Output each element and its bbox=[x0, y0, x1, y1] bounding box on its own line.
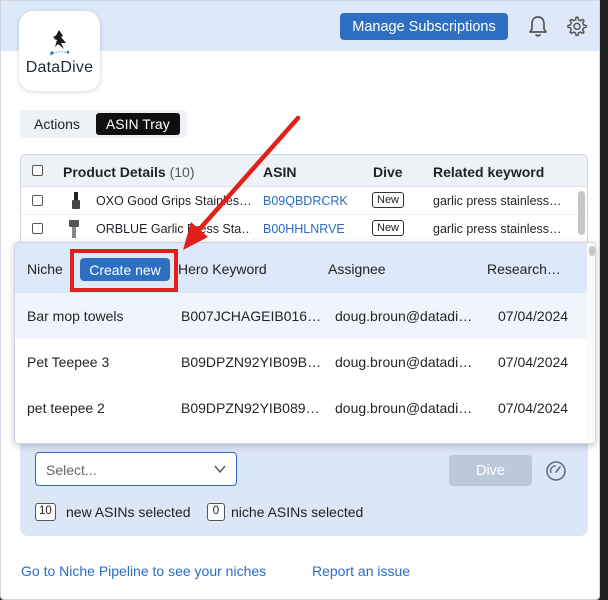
row-checkbox[interactable] bbox=[32, 195, 43, 206]
product-thumbnail bbox=[72, 192, 80, 209]
dive-new-badge[interactable]: New bbox=[372, 220, 405, 236]
product-thumbnail bbox=[69, 220, 79, 238]
dive-new-badge[interactable]: New bbox=[372, 192, 405, 208]
col-niche: Niche bbox=[27, 261, 63, 277]
dropdown-scroll-thumb[interactable] bbox=[589, 246, 595, 256]
tab-actions[interactable]: Actions bbox=[24, 113, 90, 135]
niche-pipeline-link[interactable]: Go to Niche Pipeline to see your niches bbox=[21, 563, 266, 579]
col-related-keyword: Related keyword bbox=[433, 164, 545, 180]
product-name: ORBLUE Garlic Press Sta… bbox=[96, 222, 251, 236]
dive-button[interactable]: Dive bbox=[449, 455, 532, 486]
brand-name: DataDive bbox=[25, 59, 94, 76]
research-date: 07/04/2024 bbox=[498, 308, 569, 324]
create-new-button[interactable]: Create new bbox=[80, 258, 170, 281]
manage-subscriptions-button[interactable]: Manage Subscriptions bbox=[340, 13, 508, 40]
chevron-down-icon bbox=[214, 465, 226, 474]
bell-icon[interactable] bbox=[527, 14, 549, 38]
product-name: OXO Good Grips Stainles… bbox=[96, 194, 251, 208]
hero-keyword: B007JCHAGEIB016… bbox=[181, 308, 322, 324]
col-asin: ASIN bbox=[263, 164, 297, 180]
datadive-logo: DataDive bbox=[19, 11, 100, 91]
niche-dropdown-header: Niche Create new Hero Keyword Assignee R… bbox=[15, 243, 587, 293]
hero-keyword: B09DPZN92YIB09B… bbox=[181, 354, 322, 370]
niche-option[interactable]: Pet Teepee 3 B09DPZN92YIB09B… doug.broun… bbox=[15, 339, 587, 385]
niche-option[interactable]: pet teepee 2 B09DPZN92YIB089… doug.broun… bbox=[15, 385, 587, 431]
asin-link[interactable]: B00HHLNRVE bbox=[263, 222, 345, 236]
col-hero-keyword: Hero Keyword bbox=[178, 261, 267, 277]
new-asins-label: new ASINs selected bbox=[66, 504, 191, 520]
niche-name: Bar mop towels bbox=[27, 308, 124, 324]
col-dive: Dive bbox=[373, 164, 403, 180]
table-row[interactable]: ORBLUE Garlic Press Sta… B00HHLNRVE New … bbox=[21, 215, 587, 243]
view-toggle: Actions ASIN Tray bbox=[20, 110, 187, 138]
row-checkbox[interactable] bbox=[32, 223, 43, 234]
table-row[interactable]: OXO Good Grips Stainles… B09QBDRCRK New … bbox=[21, 187, 587, 215]
select-all-checkbox[interactable] bbox=[32, 165, 43, 176]
background-strip bbox=[600, 0, 608, 600]
niche-dropdown: Niche Create new Hero Keyword Assignee R… bbox=[14, 242, 596, 444]
niche-option[interactable]: Bar mop towels B007JCHAGEIB016… doug.bro… bbox=[15, 293, 587, 339]
tab-asin-tray[interactable]: ASIN Tray bbox=[95, 113, 180, 135]
dropdown-scrollbar[interactable] bbox=[587, 243, 595, 443]
research-date: 07/04/2024 bbox=[498, 354, 569, 370]
speedometer-icon[interactable] bbox=[545, 460, 567, 482]
assignee: doug.broun@datadi… bbox=[335, 308, 473, 324]
niche-name: Pet Teepee 3 bbox=[27, 354, 110, 370]
report-issue-link[interactable]: Report an issue bbox=[312, 563, 410, 579]
related-keyword: garlic press stainless… bbox=[433, 222, 562, 236]
related-keyword: garlic press stainless… bbox=[433, 194, 562, 208]
assignee: doug.broun@datadi… bbox=[335, 400, 473, 416]
gear-icon[interactable] bbox=[566, 14, 588, 38]
product-table-header: Product Details (10) ASIN Dive Related k… bbox=[21, 155, 587, 187]
col-product-details: Product Details (10) bbox=[63, 164, 195, 180]
new-asins-count: 10 bbox=[35, 503, 56, 521]
asin-link[interactable]: B09QBDRCRK bbox=[263, 194, 348, 208]
col-research-date: Research… bbox=[487, 261, 561, 277]
diver-logo-icon bbox=[49, 30, 70, 56]
research-date: 07/04/2024 bbox=[498, 400, 569, 416]
hero-keyword: B09DPZN92YIB089… bbox=[181, 400, 320, 416]
table-scrollbar[interactable] bbox=[578, 191, 585, 235]
selection-panel: Select... Dive 10 new ASINs selected 0 n… bbox=[20, 431, 588, 536]
niche-asins-label: niche ASINs selected bbox=[231, 504, 364, 520]
col-assignee: Assignee bbox=[328, 261, 386, 277]
niche-select[interactable]: Select... bbox=[35, 452, 237, 486]
niche-name: pet teepee 2 bbox=[27, 400, 105, 416]
niche-asins-count: 0 bbox=[207, 503, 225, 521]
assignee: doug.broun@datadi… bbox=[335, 354, 473, 370]
